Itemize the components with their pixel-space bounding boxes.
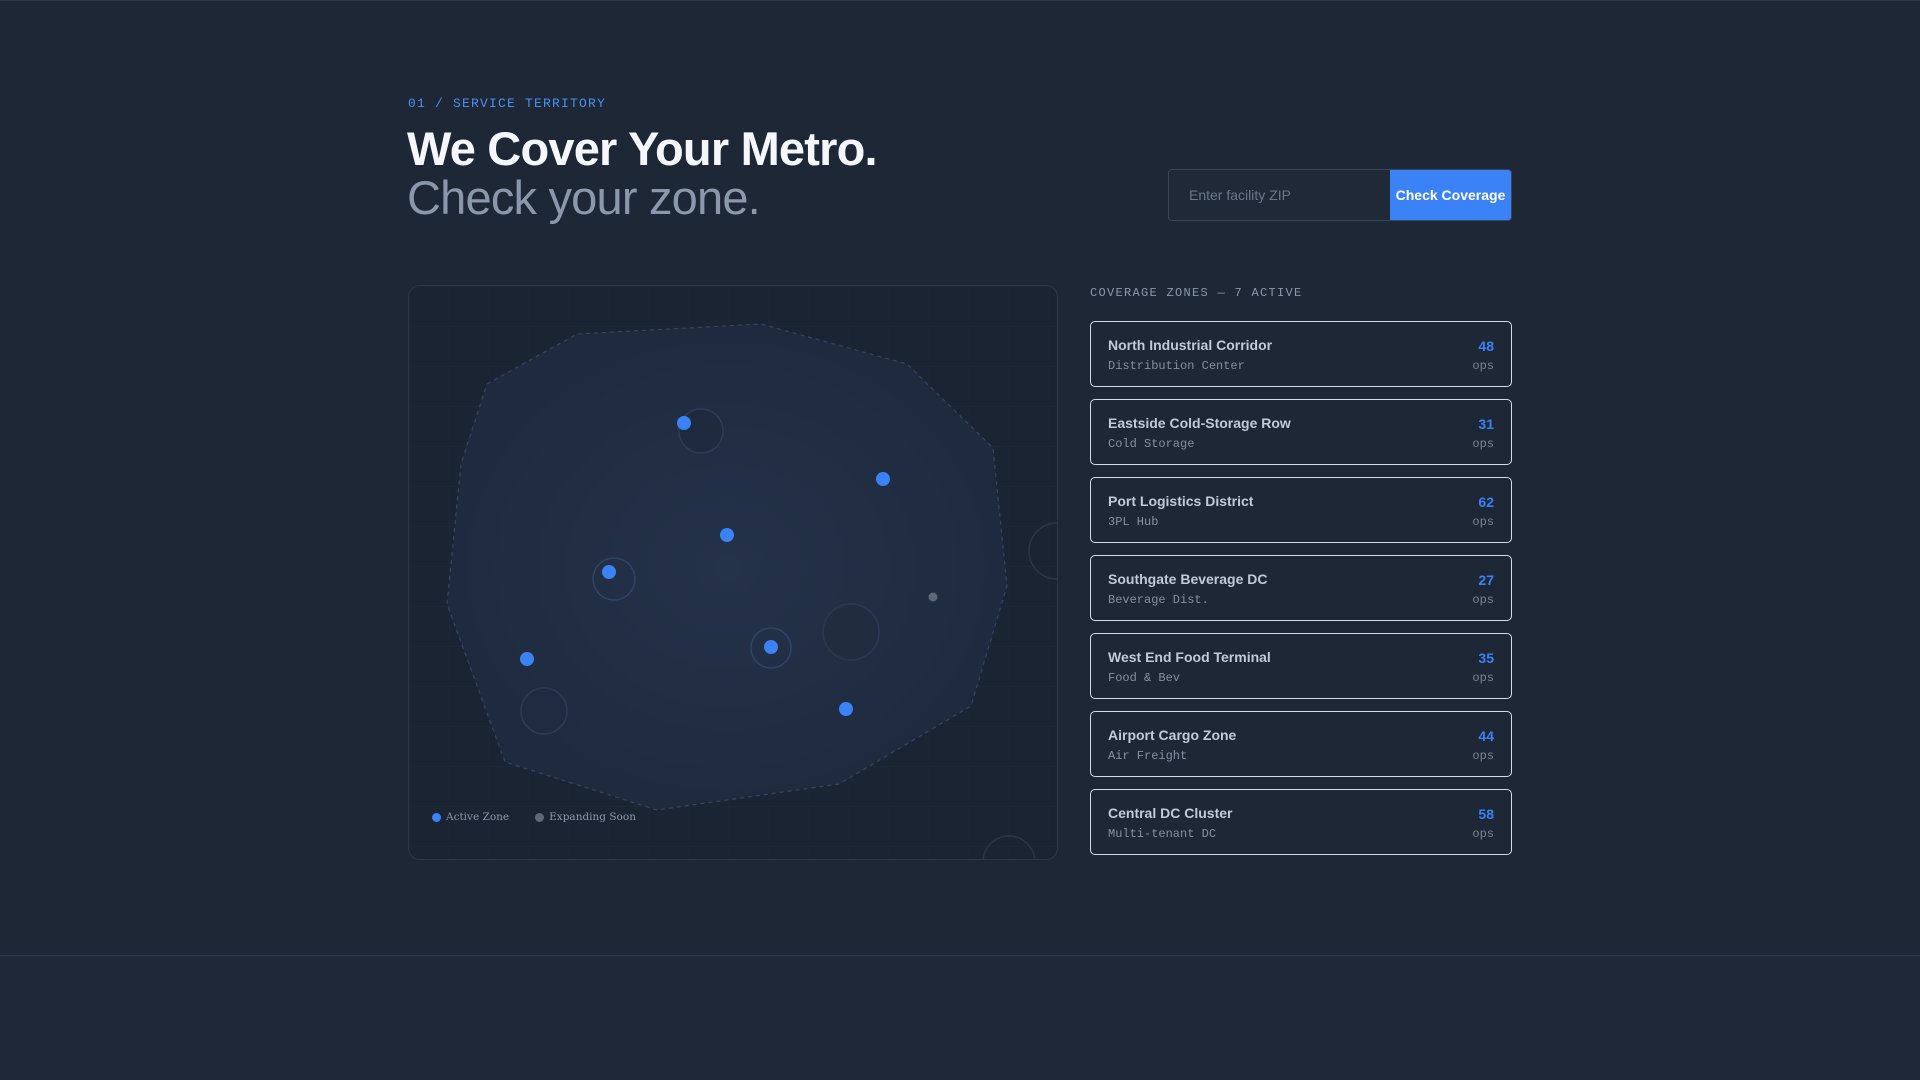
coverage-map[interactable]: Active Zone Expanding Soon — [408, 285, 1058, 860]
map-canvas — [409, 286, 1057, 859]
zone-name: Eastside Cold-Storage Row — [1108, 415, 1291, 431]
zone-card[interactable]: West End Food Terminal Food & Bev 35 ops — [1090, 633, 1512, 699]
check-coverage-button[interactable]: Check Coverage — [1390, 170, 1511, 220]
zone-count: 31 — [1478, 416, 1494, 432]
zone-unit: ops — [1472, 515, 1494, 529]
footer-band — [0, 956, 1920, 1080]
top-divider — [0, 0, 1920, 1]
zip-search-form: Check Coverage — [1168, 169, 1512, 221]
zone-type: 3PL Hub — [1108, 515, 1159, 529]
zone-count: 27 — [1478, 572, 1494, 588]
zone-halo — [822, 603, 880, 661]
legend-expanding: Expanding Soon — [535, 811, 636, 823]
service-territory-page: 01 / SERVICE TERRITORY We Cover Your Met… — [0, 0, 1920, 1080]
zone-card[interactable]: Eastside Cold-Storage Row Cold Storage 3… — [1090, 399, 1512, 465]
zone-name: Southgate Beverage DC — [1108, 571, 1268, 587]
zone-name: Port Logistics District — [1108, 493, 1254, 509]
zone-halo — [520, 687, 568, 735]
active-dot-icon — [432, 812, 441, 822]
active-zone-marker[interactable] — [720, 528, 734, 542]
legend-active-label: Active Zone — [446, 811, 510, 823]
zone-card[interactable]: Central DC Cluster Multi-tenant DC 58 op… — [1090, 789, 1512, 855]
page-subtitle: Check your zone. — [407, 171, 761, 224]
active-zone-marker[interactable] — [876, 472, 890, 486]
zone-type: Air Freight — [1108, 749, 1188, 763]
active-zone-marker[interactable] — [677, 416, 691, 430]
zone-card[interactable]: Port Logistics District 3PL Hub 62 ops — [1090, 477, 1512, 543]
zone-type: Cold Storage — [1108, 437, 1195, 451]
zone-unit: ops — [1472, 359, 1494, 373]
zone-name: West End Food Terminal — [1108, 649, 1271, 665]
zone-type: Distribution Center — [1108, 359, 1245, 373]
zone-name: Central DC Cluster — [1108, 805, 1233, 821]
zone-card[interactable]: North Industrial Corridor Distribution C… — [1090, 321, 1512, 387]
zone-unit: ops — [1472, 749, 1494, 763]
zone-count: 58 — [1478, 806, 1494, 822]
active-zone-marker[interactable] — [520, 652, 534, 666]
zone-type: Food & Bev — [1108, 671, 1181, 685]
zone-name: Airport Cargo Zone — [1108, 727, 1237, 743]
active-zone-marker[interactable] — [839, 702, 853, 716]
zone-name: North Industrial Corridor — [1108, 337, 1273, 353]
zone-unit: ops — [1472, 671, 1494, 685]
expanding-dot-icon — [535, 812, 545, 822]
zone-unit: ops — [1472, 437, 1494, 451]
active-zone-marker[interactable] — [602, 565, 616, 579]
zone-count: 44 — [1478, 728, 1494, 744]
legend-active: Active Zone — [432, 811, 509, 823]
zone-halo — [678, 408, 724, 454]
section-eyebrow: 01 / SERVICE TERRITORY — [408, 96, 607, 111]
zip-input[interactable] — [1169, 170, 1390, 220]
zone-unit: ops — [1472, 593, 1494, 607]
zone-card[interactable]: Airport Cargo Zone Air Freight 44 ops — [1090, 711, 1512, 777]
zone-unit: ops — [1472, 827, 1494, 841]
map-legend: Active Zone Expanding Soon — [432, 811, 636, 823]
zones-list: North Industrial Corridor Distribution C… — [1090, 321, 1512, 867]
zone-count: 62 — [1478, 494, 1494, 510]
zone-card[interactable]: Southgate Beverage DC Beverage Dist. 27 … — [1090, 555, 1512, 621]
zone-type: Beverage Dist. — [1108, 593, 1209, 607]
zones-heading: COVERAGE ZONES — 7 ACTIVE — [1090, 286, 1303, 300]
active-zone-marker[interactable] — [764, 640, 778, 654]
page-title: We Cover Your Metro. — [407, 122, 878, 175]
zone-count: 48 — [1478, 338, 1494, 354]
zone-count: 35 — [1478, 650, 1494, 666]
legend-expanding-label: Expanding Soon — [549, 811, 636, 823]
expanding-zone-marker[interactable] — [928, 592, 938, 602]
zone-type: Multi-tenant DC — [1108, 827, 1217, 841]
